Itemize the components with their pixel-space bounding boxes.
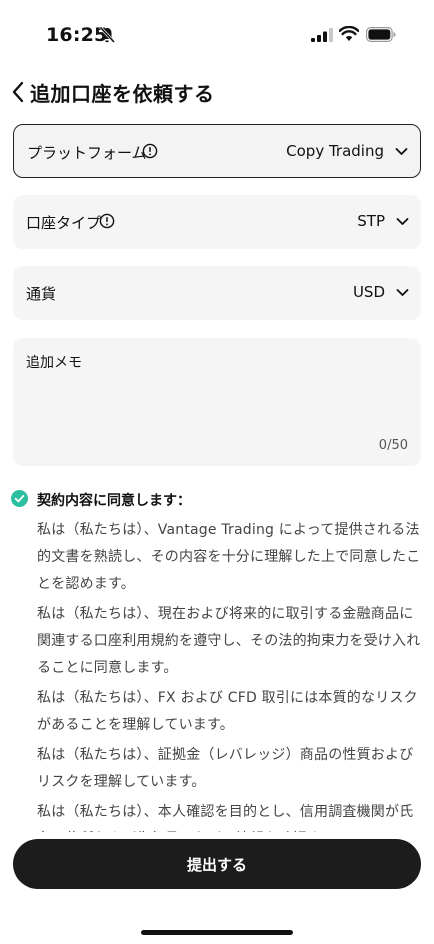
account-type-label: 口座タイプ [26, 214, 102, 232]
back-chevron-icon[interactable] [10, 80, 26, 104]
memo-textarea[interactable]: 追加メモ 0/50 [13, 338, 421, 466]
platform-label: プラットフォーム [27, 144, 147, 162]
currency-value: USD [352, 283, 385, 301]
terms-paragraph: 私は（私たちは）、本人確認を目的とし、信用調査機関が氏名、住所および生年月日など… [37, 804, 414, 832]
chevron-down-icon [396, 218, 409, 225]
terms-text: 私は（私たちは）、Vantage Trading によって提供される法的文書を熟… [37, 517, 423, 832]
info-icon[interactable] [142, 143, 158, 159]
agreement-title: 契約内容に同意します： [37, 493, 191, 509]
info-icon[interactable] [99, 213, 115, 229]
currency-select[interactable]: 通貨 USD [13, 266, 421, 320]
wifi-icon [339, 26, 359, 41]
account-type-select[interactable]: 口座タイプ STP [13, 195, 421, 249]
cellular-signal-icon [311, 28, 333, 42]
submit-button[interactable]: 提出する [13, 839, 421, 889]
memo-label: 追加メモ [26, 355, 82, 371]
terms-paragraph: 私は（私たちは）、証拠金（レバレッジ）商品の性質およびリスクを理解しています。 [37, 747, 414, 790]
chevron-down-icon [396, 289, 409, 296]
header: 追加口座を依頼する [0, 72, 434, 112]
terms-paragraph: 私は（私たちは）、FX および CFD 取引には本質的なリスクがあることを理解し… [37, 690, 418, 733]
platform-select[interactable]: プラットフォーム Copy Trading [13, 124, 421, 178]
bell-slash-icon [99, 26, 116, 44]
chevron-down-icon [395, 148, 408, 155]
page-title: 追加口座を依頼する [30, 82, 215, 106]
platform-value: Copy Trading [286, 142, 384, 160]
terms-paragraph: 私は（私たちは）、現在および将来的に取引する金融商品に関連する口座利用規約を遵守… [37, 606, 421, 676]
terms-paragraph: 私は（私たちは）、Vantage Trading によって提供される法的文書を熟… [37, 522, 421, 592]
memo-char-count: 0/50 [378, 438, 408, 453]
home-indicator [141, 930, 293, 935]
status-bar: 16:25 [0, 0, 434, 66]
agreement-check-icon[interactable] [11, 490, 28, 507]
currency-label: 通貨 [26, 285, 57, 303]
account-type-value: STP [357, 212, 385, 230]
battery-icon [366, 27, 396, 42]
